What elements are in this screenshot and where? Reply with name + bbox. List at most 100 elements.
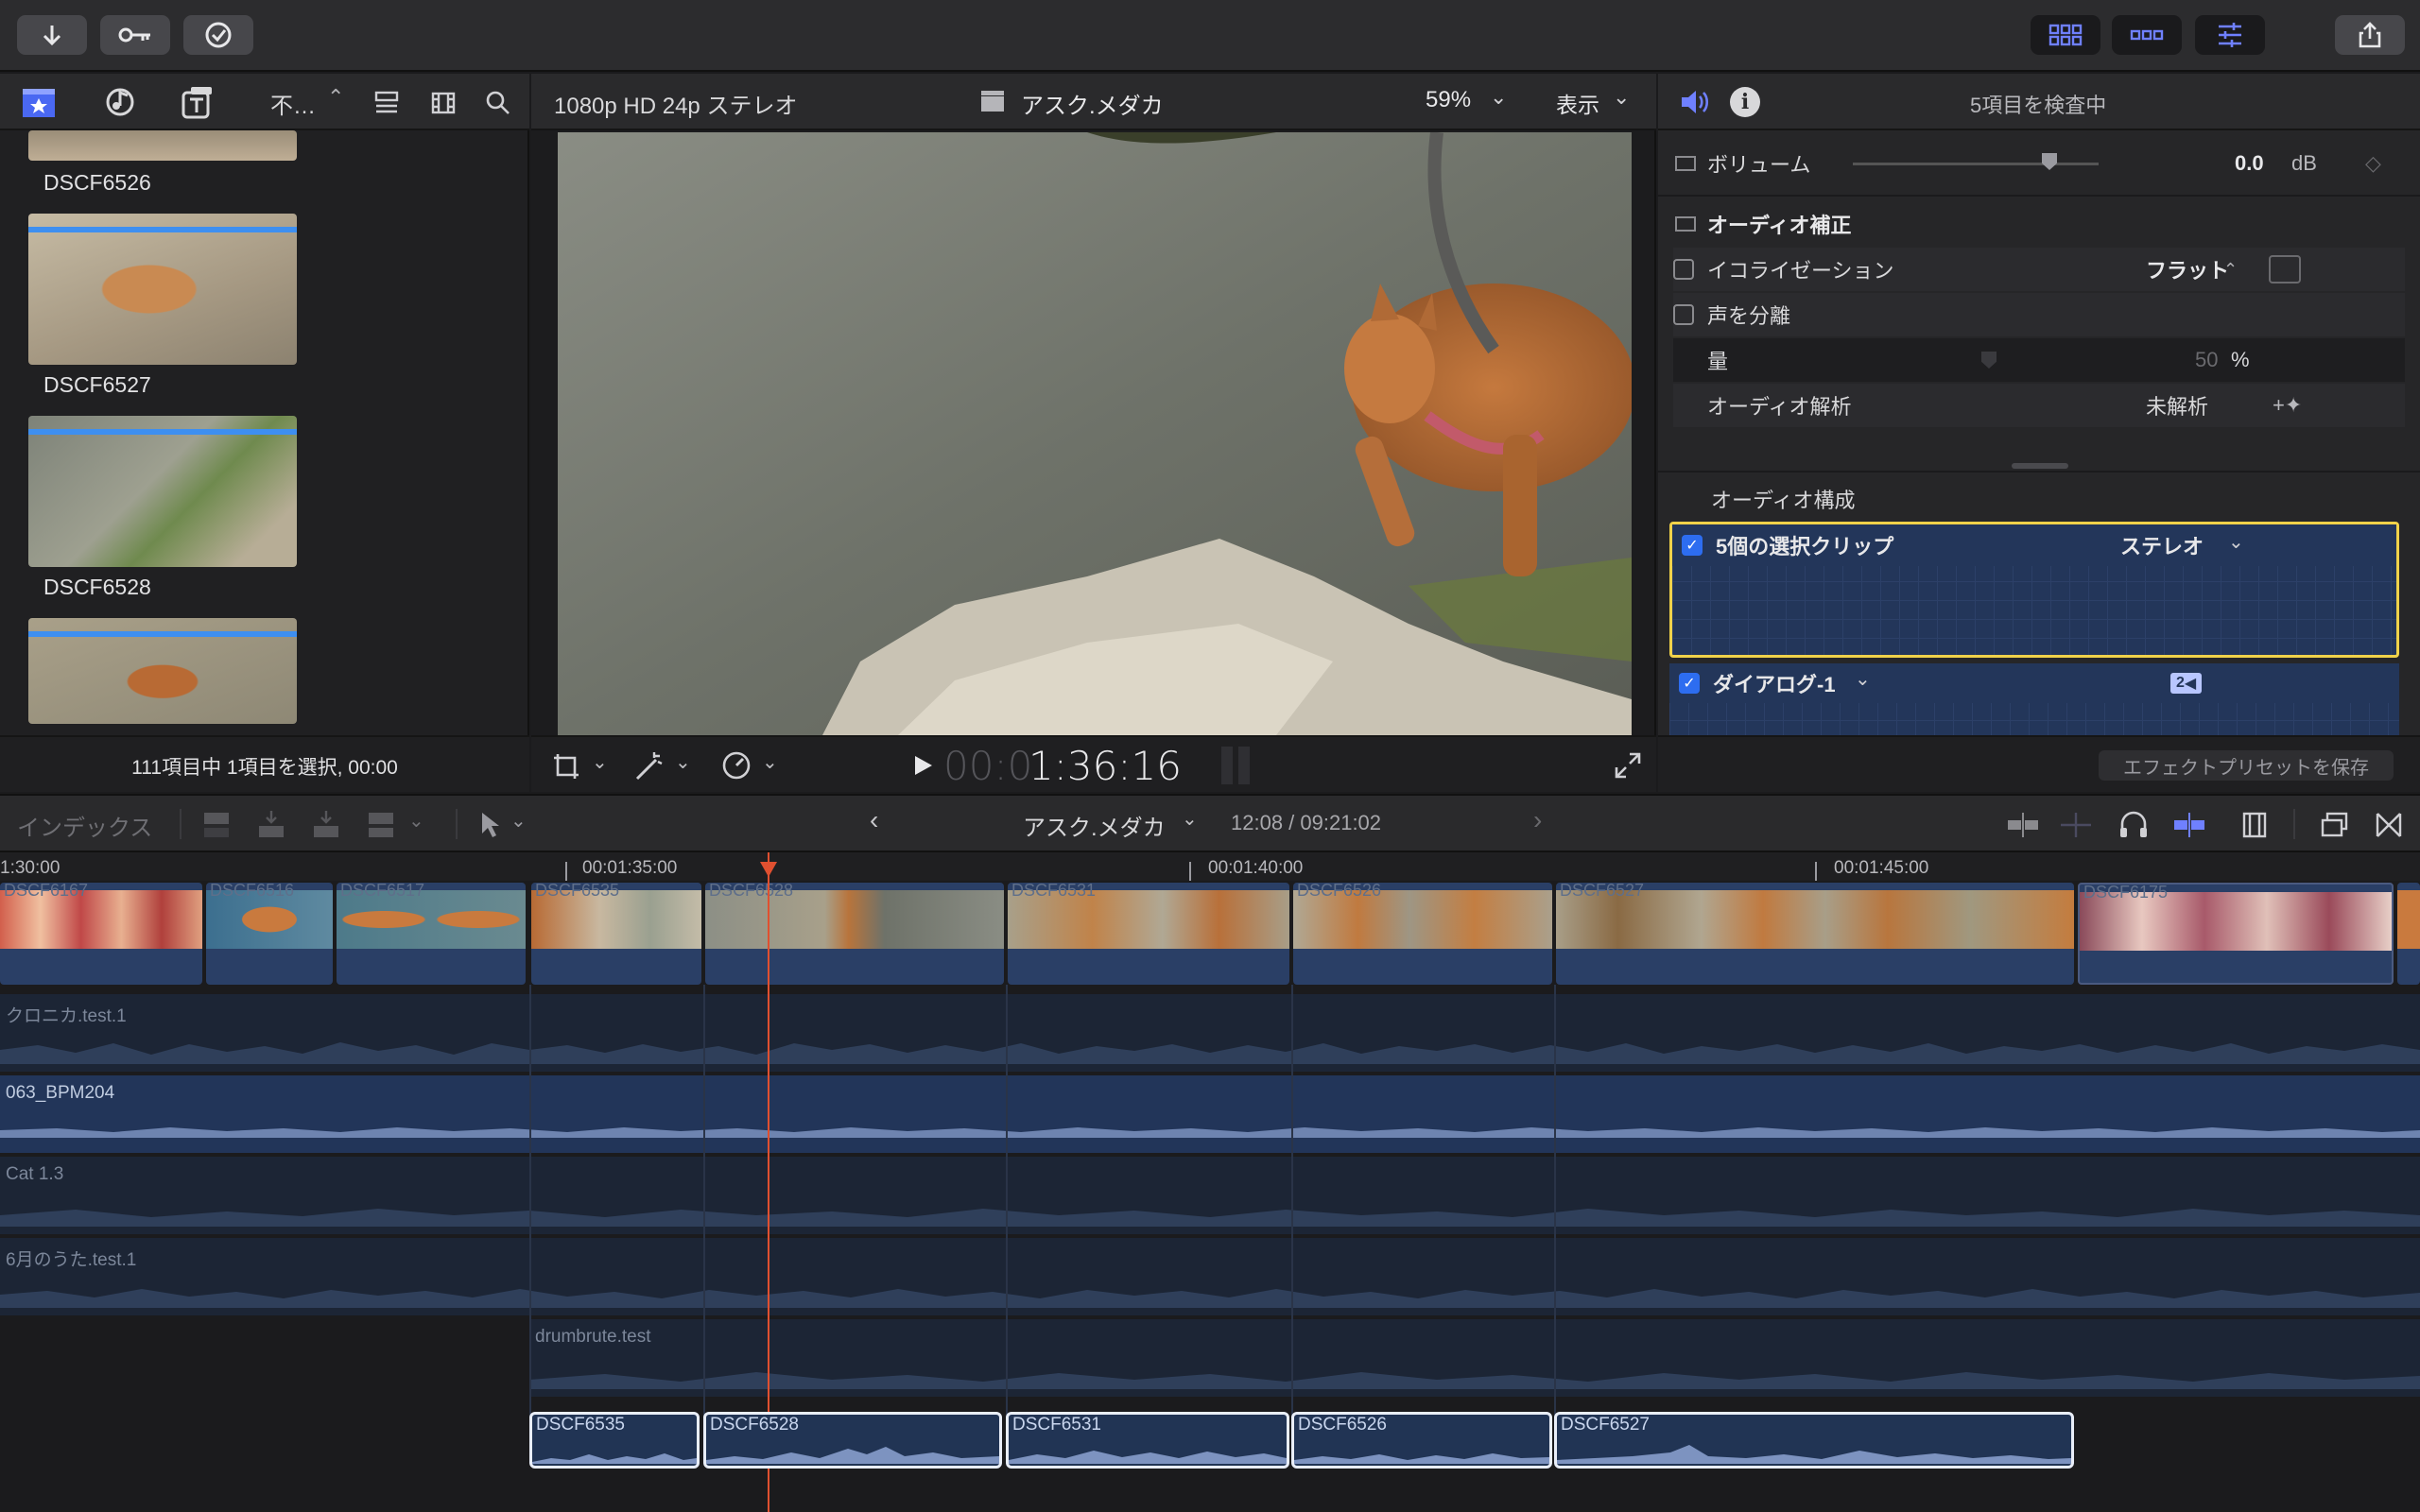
keyframe-icon[interactable]: ◇: [2365, 151, 2381, 176]
forward-arrow-icon[interactable]: ›: [1533, 805, 1542, 835]
video-clip[interactable]: DSCF6526: [1293, 883, 1552, 985]
video-clip[interactable]: [2397, 883, 2420, 985]
import-button[interactable]: [17, 15, 87, 55]
filmstrip-view-button[interactable]: [427, 87, 459, 119]
back-arrow-icon[interactable]: ‹: [870, 805, 878, 835]
selected-clips-role[interactable]: ✓ 5個の選択クリップ ステレオ ⌄: [1669, 522, 2399, 658]
selected-audio-clip[interactable]: DSCF6528: [703, 1412, 1002, 1469]
clip-boundary: [1006, 985, 1008, 1429]
video-frame[interactable]: [558, 132, 1632, 735]
filmstrip-icon[interactable]: [2240, 811, 2269, 839]
chevron-down-icon[interactable]: ⌄: [1182, 807, 1198, 831]
video-clip[interactable]: DSCF6528: [705, 883, 1004, 985]
dialogue-role[interactable]: ✓ ダイアログ-1 ⌄ 2 ◀: [1669, 663, 2399, 735]
transitions-icon[interactable]: [2375, 811, 2403, 839]
index-button[interactable]: インデックス: [17, 809, 152, 842]
chevron-down-icon[interactable]: ⌄: [592, 750, 608, 774]
chevron-down-icon[interactable]: ⌄: [2228, 530, 2244, 554]
video-clip[interactable]: DSCF6516: [206, 883, 333, 985]
chevron-updown-icon[interactable]: ⌃: [2223, 260, 2238, 280]
analyze-button[interactable]: [183, 15, 253, 55]
snapping-icon[interactable]: [2170, 811, 2208, 839]
voice-isolation-checkbox[interactable]: [1673, 304, 1694, 325]
clip-appearance-icon[interactable]: [2004, 811, 2042, 839]
clip-thumbnail[interactable]: [28, 130, 297, 161]
clip-appearance-menu-icon[interactable]: [2320, 811, 2350, 839]
libraries-button[interactable]: [17, 83, 60, 121]
view-menu[interactable]: 表示: [1556, 87, 1599, 119]
selected-audio-clip[interactable]: DSCF6526: [1291, 1412, 1552, 1469]
chevron-down-icon[interactable]: ⌄: [762, 750, 778, 774]
video-clip[interactable]: DSCF6535: [531, 883, 701, 985]
chevron-down-icon[interactable]: ⌄: [510, 809, 527, 833]
video-clip[interactable]: DSCF6517: [337, 883, 526, 985]
search-button[interactable]: [482, 87, 514, 119]
video-clip[interactable]: DSCF6167: [0, 883, 202, 985]
clip-thumbnail[interactable]: [28, 214, 297, 365]
chevron-down-icon[interactable]: ⌄: [1490, 85, 1507, 110]
amount-slider-thumb[interactable]: [1981, 352, 1996, 369]
role-checkbox[interactable]: ✓: [1679, 673, 1700, 694]
chevron-down-icon[interactable]: ⌄: [1613, 85, 1630, 110]
selected-audio-clip[interactable]: DSCF6527: [1554, 1412, 2074, 1469]
info-icon[interactable]: i: [1730, 87, 1760, 117]
audio-clip[interactable]: クロニカ.test.1: [0, 994, 2420, 1072]
chevron-down-icon[interactable]: ⌄: [408, 809, 424, 833]
zoom-menu[interactable]: 59%: [1426, 87, 1471, 113]
skimming-icon[interactable]: [2057, 811, 2095, 839]
save-effect-preset-button[interactable]: エフェクトプリセットを保存: [2099, 750, 2394, 781]
speaker-icon[interactable]: [1679, 87, 1711, 117]
volume-slider-thumb[interactable]: [2042, 153, 2057, 170]
eq-graph-button[interactable]: [2269, 255, 2301, 284]
equalization-checkbox[interactable]: [1673, 259, 1694, 280]
role-checkbox[interactable]: ✓: [1682, 535, 1703, 556]
connect-clip-icon[interactable]: [200, 809, 234, 841]
selected-audio-clip[interactable]: DSCF6531: [1006, 1412, 1289, 1469]
video-clip[interactable]: DSCF6527: [1556, 883, 2074, 985]
equalization-menu[interactable]: フラット: [2146, 254, 2229, 284]
browser-toggle-button[interactable]: [2031, 15, 2100, 55]
clip-thumbnail[interactable]: [28, 618, 297, 724]
timeline-ruler[interactable]: 1:30:00 00:01:35:00 00:01:40:00 00:01:45…: [0, 852, 2420, 881]
speed-gauge-icon[interactable]: [720, 750, 752, 781]
titles-button[interactable]: [176, 83, 219, 121]
audio-clip[interactable]: Cat 1.3: [0, 1157, 2420, 1234]
channel-config-menu[interactable]: ステレオ: [2120, 530, 2204, 560]
insert-clip-icon[interactable]: [255, 809, 289, 841]
play-icon[interactable]: [913, 754, 934, 777]
audio-clip[interactable]: 063_BPM204: [0, 1075, 2420, 1153]
audio-meter: [1221, 747, 1233, 784]
transform-icon[interactable]: [552, 752, 584, 781]
magic-wand-icon[interactable]: [633, 750, 666, 781]
audio-clip[interactable]: drumbrute.test: [529, 1319, 2420, 1397]
photos-audio-button[interactable]: [98, 83, 142, 121]
chevron-down-icon[interactable]: ⌄: [675, 750, 691, 774]
headphones-icon[interactable]: [2118, 809, 2150, 839]
keyword-button[interactable]: [100, 15, 170, 55]
inspector-toggle-button[interactable]: [2195, 15, 2265, 55]
select-arrow-icon[interactable]: [478, 811, 501, 839]
amount-unit: %: [2231, 348, 2250, 371]
amount-value[interactable]: 50: [2195, 348, 2218, 372]
chevron-updown-icon[interactable]: ⌃: [327, 85, 344, 110]
timeline-toggle-button[interactable]: [2112, 15, 2182, 55]
role-label: 5個の選択クリップ: [1716, 535, 1894, 558]
share-button[interactable]: [2335, 15, 2405, 55]
timeline-project-title[interactable]: アスク.メダカ: [1023, 809, 1166, 842]
list-view-button[interactable]: [371, 87, 403, 119]
magic-wand-icon[interactable]: +✦: [2273, 393, 2302, 418]
volume-value[interactable]: 0.0: [2235, 151, 2264, 176]
fullscreen-icon[interactable]: [1615, 752, 1641, 779]
clip-thumbnail[interactable]: [28, 416, 297, 567]
panel-resize-handle[interactable]: [2012, 463, 2068, 469]
video-clip[interactable]: DSCF6175: [2078, 883, 2394, 985]
selected-audio-clip[interactable]: DSCF6535: [529, 1412, 700, 1469]
overwrite-clip-icon[interactable]: [365, 809, 399, 841]
filter-menu[interactable]: 不…: [270, 87, 316, 120]
waveform: [0, 1042, 2420, 1064]
append-clip-icon[interactable]: [310, 809, 344, 841]
chevron-down-icon[interactable]: ⌄: [1855, 667, 1871, 691]
video-clip[interactable]: DSCF6531: [1008, 883, 1289, 985]
volume-slider[interactable]: [1853, 163, 2099, 165]
audio-clip[interactable]: 6月のうた.test.1: [0, 1238, 2420, 1315]
